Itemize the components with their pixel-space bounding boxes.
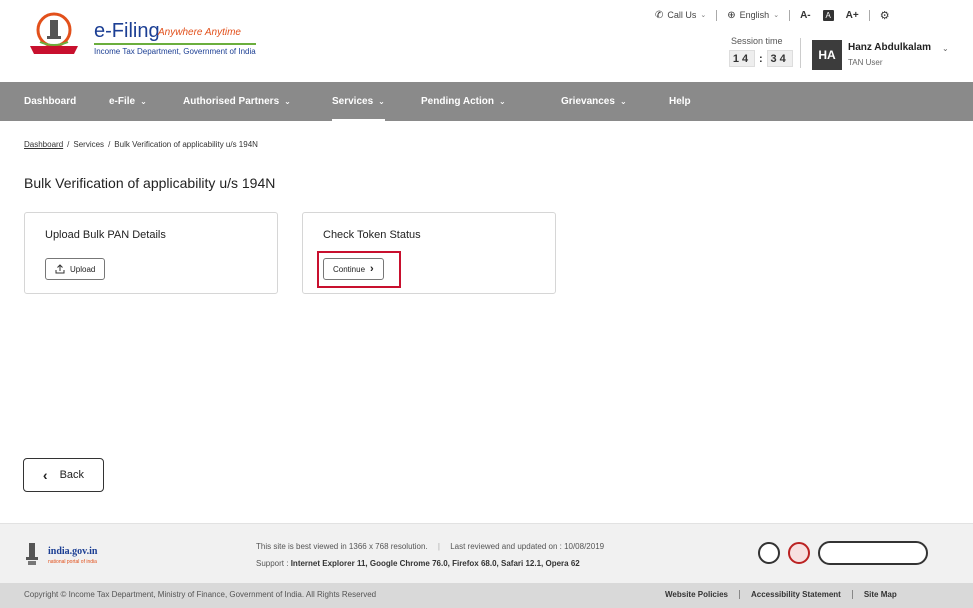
page-title: Bulk Verification of applicability u/s 1… (24, 175, 276, 191)
nav-item-authorised-partners[interactable]: Authorised Partners ⌄ (183, 82, 291, 121)
breadcrumb: Dashboard / Services / Bulk Verification… (24, 140, 258, 149)
back-label: Back (59, 469, 85, 481)
session-timer: 14 : 34 (729, 50, 793, 67)
font-increase-button[interactable]: A+ (846, 10, 859, 21)
avatar[interactable]: HA (812, 40, 842, 70)
india-gov-subtitle: national portal of india (48, 559, 97, 565)
settings-icon[interactable]: ⚙ (880, 9, 890, 22)
chevron-down-icon: ⌄ (619, 97, 627, 106)
language-label: English (739, 10, 770, 20)
nav-item-e-file[interactable]: e-File ⌄ (109, 82, 147, 121)
nav-label: e-File (109, 96, 136, 107)
last-reviewed-text: Last reviewed and updated on : 10/08/201… (450, 542, 605, 551)
breadcrumb-services[interactable]: Services (73, 140, 104, 149)
chevron-down-icon: ⌄ (378, 97, 385, 106)
nav-item-dashboard[interactable]: Dashboard (24, 82, 76, 121)
upload-label: Upload (70, 264, 96, 274)
certification-badges (758, 541, 928, 565)
breadcrumb-current: Bulk Verification of applicability u/s 1… (114, 140, 258, 149)
chevron-down-icon: ⌄ (773, 12, 780, 19)
brand-subtitle: Income Tax Department, Government of Ind… (94, 47, 256, 56)
upload-button[interactable]: Upload (45, 258, 106, 280)
bottom-bar: Copyright © Income Tax Department, Minis… (0, 583, 973, 608)
upload-icon (55, 264, 65, 274)
nav-label: Services (332, 96, 374, 107)
footer-support-line: Support : Internet Explorer 11, Google C… (256, 559, 580, 568)
breadcrumb-separator: / (67, 140, 70, 149)
main-nav: Dashboard e-File ⌄ Authorised Partners ⌄ S… (0, 82, 973, 121)
chevron-down-icon[interactable]: ⌄ (942, 44, 949, 53)
chevron-down-icon: ⌄ (140, 97, 147, 106)
call-us-label: Call Us (667, 10, 697, 20)
nav-label: Dashboard (24, 96, 77, 107)
top-links: ✆ Call Us ⌄ ⊕ English ⌄ A- A A+ ⚙ (655, 7, 890, 23)
emblem-logo-icon[interactable] (24, 12, 88, 62)
card-title: Upload Bulk PAN Details (45, 229, 166, 241)
nav-item-services[interactable]: Services ⌄ (332, 82, 385, 121)
continue-label: Continue (333, 264, 366, 274)
footer-links: Website Policies Accessibility Statement… (665, 590, 897, 599)
chevron-left-icon: ‹ (42, 467, 48, 483)
breadcrumb-dashboard[interactable]: Dashboard (24, 140, 63, 149)
copyright-text: Copyright © Income Tax Department, Minis… (24, 590, 377, 599)
globe-icon: ⊕ (727, 9, 736, 21)
card-title: Check Token Status (323, 229, 421, 241)
card-check-token-status: Check Token Status Continue › (302, 212, 556, 294)
nav-label: Authorised Partners (183, 96, 280, 107)
brand-title: e-Filing (94, 20, 160, 42)
user-role: TAN User (848, 58, 883, 67)
phone-icon: ✆ (655, 9, 664, 21)
breadcrumb-separator: / (108, 140, 111, 149)
footer-info-line: This site is best viewed in 1366 x 768 r… (256, 542, 605, 551)
session-time-label: Session time (731, 36, 783, 46)
nav-label: Pending Action (421, 96, 494, 107)
session-minutes: 14 (729, 50, 755, 67)
language-select[interactable]: ⊕ English ⌄ (727, 10, 779, 21)
nav-item-grievances[interactable]: Grievances ⌄ (561, 82, 627, 121)
header: e-Filing Anywhere Anytime Income Tax Dep… (0, 0, 973, 82)
user-name[interactable]: Hanz Abdulkalam (848, 42, 931, 53)
brand-divider (94, 43, 256, 45)
session-seconds: 34 (766, 50, 793, 67)
best-viewed-text: This site is best viewed in 1366 x 768 r… (256, 542, 428, 551)
brand-tagline: Anywhere Anytime (158, 27, 241, 38)
footer: india.gov.in national portal of india Th… (0, 523, 973, 583)
nav-label: Grievances (561, 96, 615, 107)
chevron-down-icon: ⌄ (700, 12, 707, 19)
support-browsers: Internet Explorer 11, Google Chrome 76.0… (290, 559, 580, 568)
support-prefix: Support : (256, 559, 289, 568)
session-colon: : (759, 52, 763, 65)
website-policies-link[interactable]: Website Policies (665, 590, 728, 599)
nav-item-pending-action[interactable]: Pending Action ⌄ (421, 82, 506, 121)
nav-label: Help (669, 96, 691, 107)
security-badge-icon (788, 542, 810, 564)
font-default-button[interactable]: A (822, 9, 834, 21)
card-upload-bulk-pan: Upload Bulk PAN Details Upload (24, 212, 278, 294)
accessibility-statement-link[interactable]: Accessibility Statement (751, 590, 841, 599)
divider (716, 9, 718, 21)
certification-badge-icon (758, 542, 780, 564)
divider (868, 9, 870, 21)
back-button[interactable]: ‹ Back (23, 458, 104, 492)
national-emblem-icon (26, 543, 38, 565)
nav-item-help[interactable]: Help (669, 82, 691, 121)
chevron-down-icon: ⌄ (498, 97, 506, 106)
font-decrease-button[interactable]: A- (800, 10, 811, 21)
site-map-link[interactable]: Site Map (864, 590, 897, 599)
call-us-link[interactable]: ✆ Call Us ⌄ (655, 10, 706, 21)
chevron-right-icon: › (370, 263, 374, 275)
continue-button[interactable]: Continue › (323, 258, 384, 280)
india-gov-link[interactable]: india.gov.in (48, 546, 97, 557)
divider (789, 9, 791, 21)
chevron-down-icon: ⌄ (284, 97, 291, 106)
divider (800, 38, 801, 68)
accessibility-badge-icon (818, 541, 928, 565)
